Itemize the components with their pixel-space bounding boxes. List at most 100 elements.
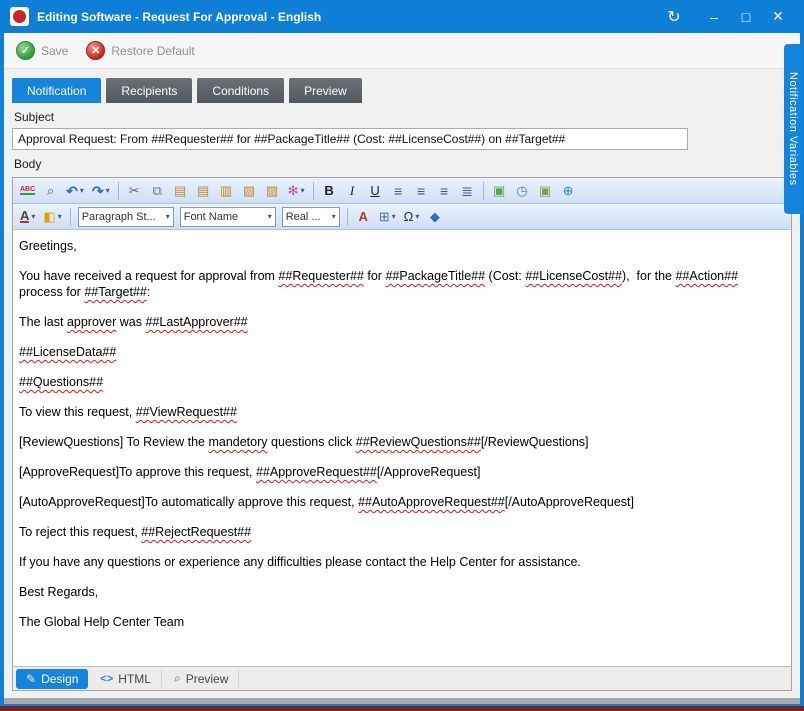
misspelled-text: ##Questions## xyxy=(19,375,103,389)
bold-icon[interactable]: B xyxy=(319,180,340,201)
center-align-icon[interactable]: ≡ xyxy=(411,180,432,201)
body-paragraph: ##Questions## xyxy=(19,374,785,390)
insert-flash-icon[interactable]: ◆ xyxy=(424,206,445,227)
insert-time-icon[interactable]: ◷ xyxy=(512,180,533,201)
undo-icon[interactable]: ↶▾ xyxy=(63,180,87,201)
spellcheck-icon[interactable]: ABC xyxy=(17,180,38,201)
tab-notification[interactable]: Notification xyxy=(12,78,101,103)
window-resize-edge[interactable] xyxy=(4,698,800,704)
misspelled-text: ##ViewRequest## xyxy=(136,405,237,419)
find-icon[interactable]: ⌕ xyxy=(40,180,61,201)
insert-symbol-icon[interactable]: Ω▾ xyxy=(401,206,423,227)
body-paragraph: The last approver was ##LastApprover## xyxy=(19,314,785,330)
body-paragraph: ##LicenseData## xyxy=(19,344,785,360)
body-paragraph: [AutoApproveRequest]To automatically app… xyxy=(19,494,785,510)
format-stripper-icon[interactable]: ✻▾ xyxy=(285,180,308,201)
italic-icon[interactable]: I xyxy=(342,180,363,201)
save-label: Save xyxy=(41,44,68,58)
titlebar[interactable]: Editing Software - Request For Approval … xyxy=(0,0,804,33)
cut-icon[interactable]: ✂ xyxy=(124,180,145,201)
paste-icon[interactable]: ▤ xyxy=(170,180,191,201)
editor-mode-preview[interactable]: ⌕Preview xyxy=(164,669,239,689)
chevron-down-icon: ▾ xyxy=(268,212,272,221)
misspelled-text: ##Action## xyxy=(675,269,738,283)
notification-variables-tab[interactable]: Notification Variables xyxy=(784,44,802,214)
refresh-button[interactable]: ↻ xyxy=(658,5,690,29)
paste-as-html-icon[interactable]: ▧ xyxy=(239,180,260,201)
editor-window: Editing Software - Request For Approval … xyxy=(0,0,804,706)
font-size-select[interactable]: Real ... ▾ xyxy=(282,207,340,227)
window-title: Editing Software - Request For Approval … xyxy=(37,10,321,24)
insert-media-icon[interactable]: ▣ xyxy=(535,180,556,201)
right-align-icon[interactable]: ≡ xyxy=(434,180,455,201)
paste-from-word-icon[interactable]: ▤ xyxy=(193,180,214,201)
body-paragraph: Best Regards, xyxy=(19,584,785,600)
body-paragraph: To view this request, ##ViewRequest## xyxy=(19,404,785,420)
misspelled-text: ##LicenseCost## xyxy=(525,269,622,283)
chevron-down-icon: ▾ xyxy=(301,186,305,195)
tab-conditions[interactable]: Conditions xyxy=(197,78,284,103)
misspelled-text: mandetory xyxy=(208,435,267,449)
misspelled-text: ##PackageTitle## xyxy=(385,269,485,283)
css-class-icon[interactable]: A xyxy=(353,206,374,227)
chevron-down-icon: ▾ xyxy=(106,186,110,195)
window-controls: ↻ – □ ✕ xyxy=(658,5,794,29)
restore-default-button[interactable]: ✕ Restore Default xyxy=(86,41,194,60)
misspelled-text: ##LastApprover## xyxy=(145,315,247,329)
copy-icon[interactable]: ⧉ xyxy=(147,180,168,201)
highlight-color-icon[interactable]: ◧▾ xyxy=(40,206,64,227)
restore-x-icon: ✕ xyxy=(86,41,105,60)
hyperlink-icon[interactable]: ⊕ xyxy=(558,180,579,201)
editor-toolbar-row1: ABC⌕↶▾↷▾✂⧉▤▤▥▧▨✻▾BIU≡≡≡≣▣◷▣⊕ xyxy=(13,178,791,204)
tab-preview[interactable]: Preview xyxy=(289,78,362,103)
body-paragraph: [ReviewQuestions] To Review the mandetor… xyxy=(19,434,785,450)
subject-input[interactable] xyxy=(12,128,688,150)
misspelled-text: ##Requester## xyxy=(278,269,363,283)
minimize-button[interactable]: – xyxy=(698,5,730,29)
misspelled-text: approver xyxy=(67,315,116,329)
font-name-select-value: Font Name xyxy=(184,211,238,223)
chevron-down-icon: ▾ xyxy=(332,212,336,221)
tab-recipients[interactable]: Recipients xyxy=(106,78,192,103)
editor-toolbar-row2: A▾◧▾Paragraph St...▾Font Name▾Real ...▾A… xyxy=(13,204,791,230)
editor-mode-design[interactable]: ✎Design xyxy=(16,669,88,689)
body-paragraph: You have received a request for approval… xyxy=(19,268,785,300)
subject-label: Subject xyxy=(14,110,790,124)
maximize-button[interactable]: □ xyxy=(730,5,762,29)
editor-body[interactable]: Greetings, You have received a request fo… xyxy=(13,230,791,666)
font-color-icon[interactable]: A▾ xyxy=(17,206,38,227)
close-button[interactable]: ✕ xyxy=(762,5,794,29)
desktop-background: Editing Software - Request For Approval … xyxy=(0,0,804,711)
chevron-down-icon: ▾ xyxy=(58,212,62,221)
body-paragraph: To reject this request, ##RejectRequest#… xyxy=(19,524,785,540)
underline-icon[interactable]: U xyxy=(365,180,386,201)
save-button[interactable]: ✓ Save xyxy=(16,41,68,60)
app-logo-icon xyxy=(10,7,29,26)
left-align-icon[interactable]: ≡ xyxy=(388,180,409,201)
rich-text-editor: ABC⌕↶▾↷▾✂⧉▤▤▥▧▨✻▾BIU≡≡≡≣▣◷▣⊕ A▾◧▾Paragra… xyxy=(12,177,792,691)
misspelled-text: ##RejectRequest## xyxy=(141,525,251,539)
misspelled-text: ##AutoApproveRequest## xyxy=(358,495,505,509)
body-paragraph: Greetings, xyxy=(19,238,785,254)
misspelled-text: ##ApproveRequest## xyxy=(256,465,377,479)
chevron-down-icon: ▾ xyxy=(31,212,35,221)
editor-mode-label: Preview xyxy=(186,672,229,686)
code-icon: <> xyxy=(100,673,113,685)
window-content: ✓ Save ✕ Restore Default NotificationRec… xyxy=(4,33,800,698)
chevron-down-icon: ▾ xyxy=(392,212,396,221)
paragraph-style-select[interactable]: Paragraph St...▾ xyxy=(78,207,174,227)
font-size-select-value: Real ... xyxy=(286,211,321,223)
paste-html-icon[interactable]: ▨ xyxy=(262,180,283,201)
font-name-select[interactable]: Font Name ▾ xyxy=(180,207,276,227)
insert-image-icon[interactable]: ▣ xyxy=(489,180,510,201)
editor-mode-html[interactable]: <>HTML xyxy=(90,669,162,689)
paste-plain-text-icon[interactable]: ▥ xyxy=(216,180,237,201)
insert-table-icon[interactable]: ⊞▾ xyxy=(376,206,399,227)
justify-icon[interactable]: ≣ xyxy=(457,180,478,201)
misspelled-text: ##ReviewQuestions## xyxy=(356,435,481,449)
body-paragraph: The Global Help Center Team xyxy=(19,614,785,630)
redo-icon[interactable]: ↷▾ xyxy=(89,180,113,201)
editor-mode-tabs: ✎Design<>HTML⌕Preview xyxy=(13,666,791,690)
body-label: Body xyxy=(14,157,790,171)
chevron-down-icon: ▾ xyxy=(80,186,84,195)
